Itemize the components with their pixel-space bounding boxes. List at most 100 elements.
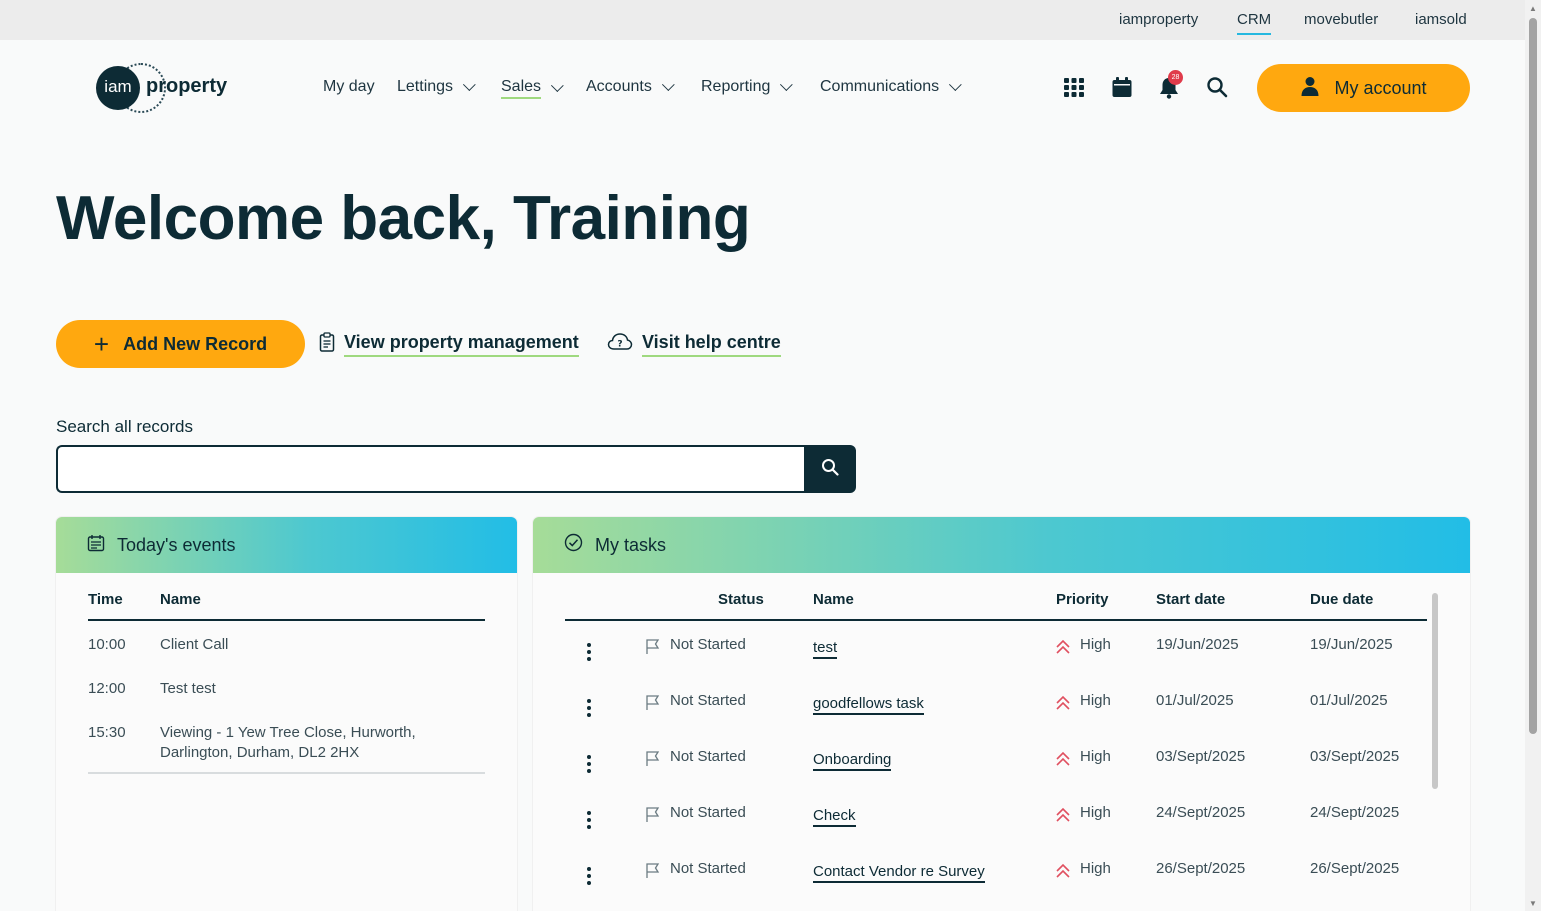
bell-icon[interactable]: 28	[1158, 70, 1183, 100]
page-scrollbar[interactable]: ▲ ▼	[1525, 0, 1541, 911]
todays-events-title: Today's events	[117, 534, 236, 555]
nav-reporting-label: Reporting	[701, 78, 771, 95]
top-utility-bar: iamproperty CRM movebutler iamsold	[0, 0, 1525, 40]
logo-wordmark: property	[146, 75, 228, 97]
events-col-time: Time	[88, 591, 123, 608]
flag-icon	[645, 750, 661, 772]
event-time: 12:00	[88, 680, 126, 697]
task-due-date: 03/Sept/2025	[1310, 748, 1400, 765]
topbar-link-iamsold[interactable]: iamsold	[1415, 11, 1467, 28]
more-options-icon[interactable]	[587, 811, 591, 832]
task-start-date: 26/Sept/2025	[1156, 860, 1246, 877]
task-name-link[interactable]: Contact Vendor re Survey	[813, 863, 985, 883]
cloud-help-icon: ?	[607, 332, 633, 357]
task-name-link[interactable]: test	[813, 639, 838, 659]
task-status: Not Started	[670, 636, 746, 653]
task-priority: High	[1080, 636, 1111, 653]
more-options-icon[interactable]	[587, 699, 591, 720]
event-name: Viewing - 1 Yew Tree Close, Hurworth, Da…	[160, 724, 416, 761]
nav-my-day-label: My day	[323, 78, 375, 95]
nav-accounts[interactable]: Accounts	[586, 77, 675, 96]
task-start-date: 24/Sept/2025	[1156, 804, 1246, 821]
apps-grid-icon[interactable]	[1063, 76, 1087, 100]
my-tasks-header: My tasks	[533, 517, 1470, 573]
search-input[interactable]	[56, 445, 806, 493]
visit-help-centre-label: Visit help centre	[642, 332, 781, 357]
task-priority: High	[1080, 748, 1111, 765]
flag-icon	[645, 638, 661, 660]
nav-reporting[interactable]: Reporting	[701, 77, 794, 96]
my-account-label: My account	[1334, 77, 1427, 98]
scroll-thumb[interactable]	[1529, 18, 1537, 734]
page-title: Welcome back, Training	[56, 184, 751, 253]
more-options-icon[interactable]	[587, 643, 591, 664]
topbar-link-movebutler[interactable]: movebutler	[1304, 11, 1378, 28]
iamproperty-logo[interactable]: iam property	[96, 63, 231, 113]
search-label: Search all records	[56, 417, 194, 436]
event-time: 15:30	[88, 724, 126, 741]
events-bottom-divider	[88, 772, 485, 774]
flag-icon	[645, 694, 661, 716]
my-account-button[interactable]: My account	[1257, 64, 1470, 112]
check-circle-icon	[564, 533, 583, 557]
task-name-link[interactable]: goodfellows task	[813, 695, 924, 715]
todays-events-header: Today's events	[56, 517, 517, 573]
task-status: Not Started	[670, 860, 746, 877]
task-priority: High	[1080, 804, 1111, 821]
priority-high-icon	[1055, 751, 1071, 772]
calendar-icon[interactable]	[1111, 76, 1135, 100]
more-options-icon[interactable]	[587, 755, 591, 776]
task-start-date: 03/Sept/2025	[1156, 748, 1246, 765]
scroll-down-arrow-icon[interactable]: ▼	[1529, 899, 1537, 908]
event-name: Client Call	[160, 636, 229, 653]
priority-high-icon	[1055, 863, 1071, 884]
chevron-down-icon	[780, 77, 794, 91]
task-priority: High	[1080, 692, 1111, 709]
view-property-management-label: View property management	[344, 332, 579, 357]
chevron-down-icon	[550, 79, 564, 93]
add-new-record-label: Add New Record	[123, 333, 268, 354]
task-due-date: 26/Sept/2025	[1310, 860, 1400, 877]
task-name-link[interactable]: Check	[813, 807, 856, 827]
topbar-link-crm[interactable]: CRM	[1237, 11, 1272, 35]
task-start-date: 19/Jun/2025	[1156, 636, 1239, 653]
search-icon	[821, 458, 839, 481]
nav-sales[interactable]: Sales	[501, 78, 564, 99]
plus-icon: +	[93, 329, 110, 359]
topbar-link-iamproperty[interactable]: iamproperty	[1119, 11, 1198, 28]
chevron-down-icon	[463, 77, 476, 91]
more-options-icon[interactable]	[587, 867, 591, 888]
flag-icon	[645, 862, 661, 884]
scroll-up-arrow-icon[interactable]: ▲	[1529, 4, 1537, 13]
tasks-col-name: Name	[813, 591, 854, 608]
event-time: 10:00	[88, 636, 126, 653]
tasks-scrollbar[interactable]	[1432, 593, 1438, 789]
todays-events-panel: Today's events Time Name 10:00 Client Ca…	[56, 517, 517, 911]
nav-lettings[interactable]: Lettings	[397, 77, 476, 96]
tasks-col-status: Status	[718, 591, 764, 608]
logo-mark: iam	[96, 66, 140, 110]
events-col-name: Name	[160, 591, 201, 608]
my-tasks-title: My tasks	[595, 534, 667, 555]
task-priority: High	[1080, 860, 1111, 877]
add-new-record-button[interactable]: + Add New Record	[56, 320, 305, 368]
nav-my-day[interactable]: My day	[323, 78, 375, 96]
tasks-col-start-date: Start date	[1156, 591, 1226, 608]
flag-icon	[645, 806, 661, 828]
task-name-link[interactable]: Onboarding	[813, 751, 892, 771]
nav-communications-label: Communications	[820, 78, 940, 95]
task-due-date: 01/Jul/2025	[1310, 692, 1388, 709]
task-status: Not Started	[670, 748, 746, 765]
visit-help-centre-link[interactable]: ? Visit help centre	[607, 332, 781, 357]
clipboard-icon	[319, 332, 335, 357]
user-icon	[1300, 76, 1320, 101]
nav-communications[interactable]: Communications	[820, 77, 962, 96]
calendar-icon	[87, 534, 105, 557]
chevron-down-icon	[661, 77, 675, 91]
notification-count-badge: 28	[1168, 70, 1183, 85]
tasks-header-divider	[565, 619, 1427, 621]
view-property-management-link[interactable]: View property management	[319, 332, 579, 357]
search-submit-button[interactable]	[804, 445, 856, 493]
search-icon[interactable]	[1206, 76, 1230, 100]
priority-high-icon	[1055, 807, 1071, 828]
